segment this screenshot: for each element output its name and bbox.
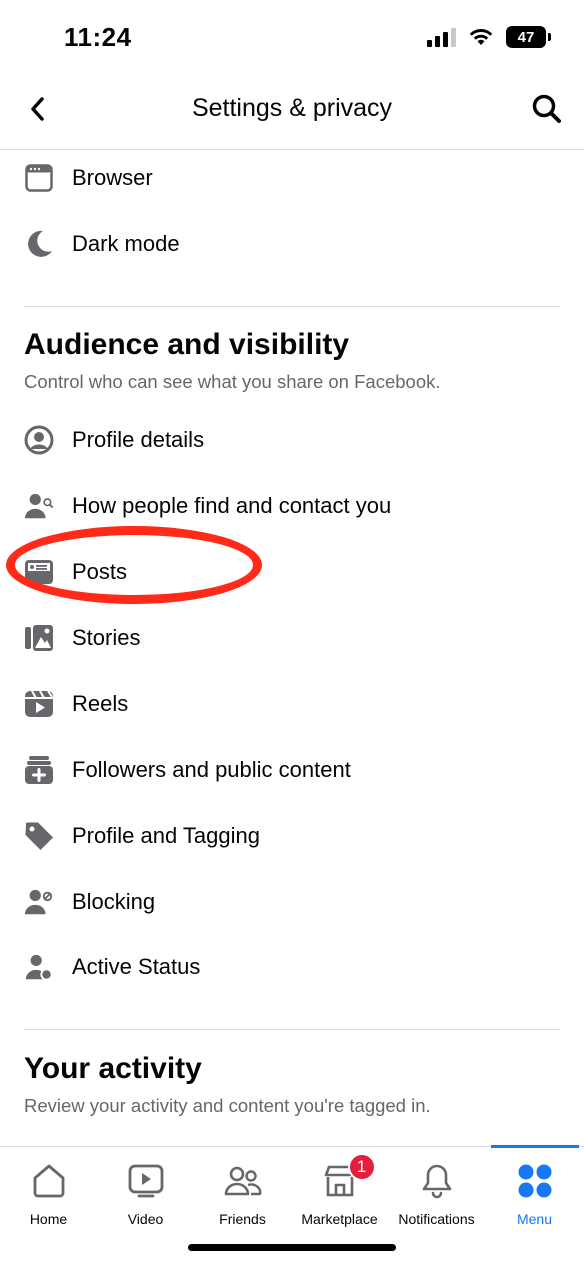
home-icon: [29, 1161, 69, 1201]
moon-icon: [24, 229, 54, 259]
browser-item[interactable]: Browser: [24, 156, 560, 200]
section-divider: [24, 1029, 560, 1030]
nav-home[interactable]: Home: [0, 1147, 97, 1237]
dark-mode-item[interactable]: Dark mode: [24, 222, 560, 266]
stories-icon: [24, 623, 54, 653]
home-indicator: [188, 1244, 396, 1251]
profile-tagging-label: Profile and Tagging: [72, 823, 260, 848]
nav-marketplace-label: Marketplace: [301, 1211, 378, 1227]
followers-label: Followers and public content: [72, 757, 351, 782]
person-search-icon: [24, 491, 54, 521]
profile-tagging-item[interactable]: Profile and Tagging: [24, 814, 560, 858]
search-icon: [532, 94, 561, 123]
browser-icon: [24, 163, 54, 193]
settings-content: Browser Dark mode Audience and visibilit…: [0, 150, 584, 1146]
marketplace-badge: 1: [347, 1153, 376, 1181]
nav-home-label: Home: [29, 1211, 68, 1227]
audience-section-subtitle: Control who can see what you share on Fa…: [24, 371, 441, 392]
stories-item[interactable]: Stories: [24, 616, 560, 660]
wifi-icon: [469, 29, 493, 45]
battery-indicator: 47: [506, 26, 551, 48]
video-icon: [126, 1161, 166, 1201]
nav-friends-label: Friends: [219, 1211, 266, 1227]
followers-icon: [24, 755, 54, 785]
dark-mode-label: Dark mode: [72, 231, 180, 256]
nav-menu-label: Menu: [516, 1211, 553, 1227]
friends-icon: [223, 1161, 263, 1201]
blocking-label: Blocking: [72, 889, 156, 914]
reels-label: Reels: [72, 691, 129, 716]
status-time: 11:24: [64, 22, 132, 52]
browser-label: Browser: [72, 165, 153, 190]
signal-icon: [427, 27, 456, 47]
find-contact-label: How people find and contact you: [72, 493, 392, 518]
nav-menu[interactable]: Menu: [486, 1147, 583, 1237]
profile-details-label: Profile details: [72, 427, 205, 452]
active-status-label: Active Status: [72, 954, 201, 979]
profile-circle-icon: [24, 425, 54, 455]
nav-notifications-label: Notifications: [398, 1211, 475, 1227]
find-contact-item[interactable]: How people find and contact you: [24, 484, 560, 528]
header: Settings & privacy: [0, 80, 584, 150]
followers-item[interactable]: Followers and public content: [24, 748, 560, 792]
active-status-icon: [24, 952, 54, 982]
posts-label: Posts: [72, 559, 128, 584]
activity-section-subtitle: Review your activity and content you're …: [24, 1095, 431, 1116]
stories-label: Stories: [72, 625, 141, 650]
audience-section-title: Audience and visibility: [24, 328, 350, 361]
nav-video-label: Video: [127, 1211, 164, 1227]
active-status-item[interactable]: Active Status: [24, 945, 560, 989]
tag-icon: [24, 821, 54, 851]
bell-icon: [417, 1161, 457, 1201]
page-title: Settings & privacy: [191, 94, 393, 122]
search-button[interactable]: [530, 92, 564, 126]
status-bar: 11:24 47: [0, 0, 584, 80]
posts-item[interactable]: Posts: [24, 550, 560, 594]
profile-details-item[interactable]: Profile details: [24, 418, 560, 462]
nav-notifications[interactable]: Notifications: [388, 1147, 485, 1237]
activity-section-title: Your activity: [24, 1052, 202, 1085]
section-divider: [24, 306, 560, 307]
reels-item[interactable]: Reels: [24, 682, 560, 726]
nav-marketplace[interactable]: 1 Marketplace: [291, 1147, 388, 1237]
blocking-item[interactable]: Blocking: [24, 880, 560, 924]
status-icons: 47: [427, 26, 551, 48]
person-block-icon: [24, 887, 54, 917]
reels-icon: [24, 689, 54, 719]
nav-friends[interactable]: Friends: [194, 1147, 291, 1237]
nav-video[interactable]: Video: [97, 1147, 194, 1237]
post-card-icon: [24, 557, 54, 587]
marketplace-icon: 1: [320, 1153, 376, 1201]
menu-grid-icon: [515, 1161, 555, 1201]
